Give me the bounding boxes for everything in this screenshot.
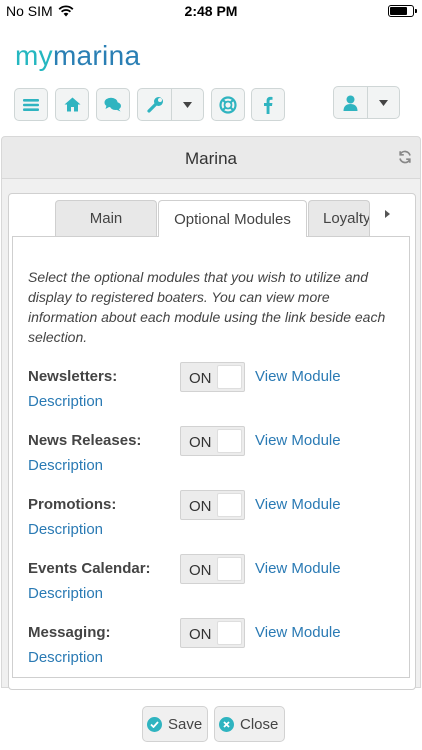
user-dropdown-caret[interactable] bbox=[367, 87, 399, 118]
view-module-link-events-calendar[interactable]: View Module bbox=[255, 560, 341, 577]
battery-icon bbox=[388, 5, 417, 17]
save-label: Save bbox=[168, 715, 203, 733]
wrench-icon bbox=[147, 97, 163, 113]
toggle-knob bbox=[217, 557, 242, 581]
module-label-newsletters: Newsletters: bbox=[28, 368, 118, 385]
tab-scroll-right-icon[interactable] bbox=[382, 207, 392, 221]
facebook-icon bbox=[264, 96, 273, 114]
home-button[interactable] bbox=[55, 88, 89, 121]
home-icon bbox=[64, 97, 80, 112]
description-link-events-calendar[interactable]: Description bbox=[28, 585, 103, 602]
toggle-knob bbox=[217, 429, 242, 453]
status-time: 2:48 PM bbox=[184, 3, 238, 19]
status-bar: No SIM 2:48 PM bbox=[0, 0, 422, 22]
description-link-newsletters[interactable]: Description bbox=[28, 393, 103, 410]
close-label: Close bbox=[240, 715, 279, 733]
toggle-events-calendar[interactable]: ON bbox=[180, 554, 245, 584]
description-link-news-releases[interactable]: Description bbox=[28, 457, 103, 474]
refresh-icon[interactable] bbox=[398, 150, 412, 164]
view-module-link-news-releases[interactable]: View Module bbox=[255, 432, 341, 449]
tab-loyalty[interactable]: Loyalty bbox=[308, 200, 370, 236]
logo-my: my bbox=[15, 40, 53, 71]
settings-dropdown-button[interactable] bbox=[137, 88, 204, 121]
page-title: Marina bbox=[185, 149, 237, 168]
toggle-state: ON bbox=[189, 434, 212, 451]
toggle-knob bbox=[217, 493, 242, 517]
toggle-state: ON bbox=[189, 626, 212, 643]
module-label-messaging: Messaging: bbox=[28, 624, 111, 641]
user-icon bbox=[343, 95, 358, 111]
toggle-promotions[interactable]: ON bbox=[180, 490, 245, 520]
toggle-knob bbox=[217, 621, 242, 645]
panel-header: Marina bbox=[1, 136, 421, 179]
logo-marina: marina bbox=[52, 40, 141, 71]
intro-text: Select the optional modules that you wis… bbox=[28, 269, 386, 345]
toggle-news-releases[interactable]: ON bbox=[180, 426, 245, 456]
menu-icon bbox=[23, 98, 39, 111]
view-module-link-promotions[interactable]: View Module bbox=[255, 496, 341, 513]
life-ring-icon bbox=[219, 95, 237, 114]
chat-button[interactable] bbox=[96, 88, 130, 121]
module-label-promotions: Promotions: bbox=[28, 496, 117, 513]
tab-main[interactable]: Main bbox=[55, 200, 157, 236]
description-link-promotions[interactable]: Description bbox=[28, 521, 103, 538]
support-button[interactable] bbox=[211, 88, 245, 121]
logo: mymarina bbox=[15, 40, 140, 72]
toggle-state: ON bbox=[189, 370, 212, 387]
module-label-events-calendar: Events Calendar: bbox=[28, 560, 151, 577]
view-module-link-messaging[interactable]: View Module bbox=[255, 624, 341, 641]
save-button[interactable]: Save bbox=[142, 706, 208, 742]
close-circle-icon bbox=[219, 716, 234, 732]
toggle-knob bbox=[217, 365, 242, 389]
tab-optional-modules[interactable]: Optional Modules bbox=[158, 200, 307, 237]
module-label-news-releases: News Releases: bbox=[28, 432, 142, 449]
toggle-state: ON bbox=[189, 498, 212, 515]
toggle-state: ON bbox=[189, 562, 212, 579]
description-link-messaging[interactable]: Description bbox=[28, 649, 103, 666]
menu-button[interactable] bbox=[14, 88, 48, 121]
check-circle-icon bbox=[147, 716, 162, 732]
caret-down-icon bbox=[183, 101, 192, 108]
view-module-link-newsletters[interactable]: View Module bbox=[255, 368, 341, 385]
user-dropdown-button[interactable] bbox=[333, 86, 400, 119]
settings-dropdown-caret[interactable] bbox=[171, 89, 203, 120]
chat-icon bbox=[104, 97, 121, 112]
close-button[interactable]: Close bbox=[214, 706, 285, 742]
toggle-messaging[interactable]: ON bbox=[180, 618, 245, 648]
facebook-button[interactable] bbox=[251, 88, 285, 121]
toggle-newsletters[interactable]: ON bbox=[180, 362, 245, 392]
caret-down-icon bbox=[379, 99, 388, 106]
